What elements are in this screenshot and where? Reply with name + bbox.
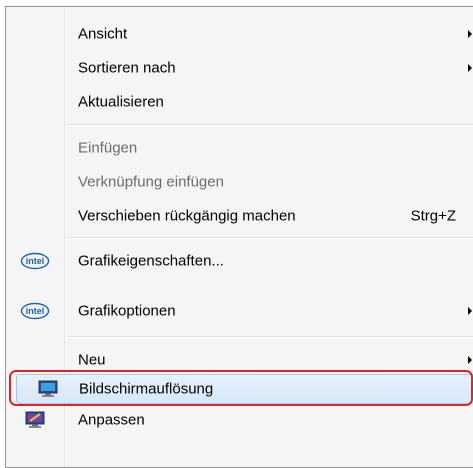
submenu-arrow-icon (468, 356, 472, 364)
monitor-icon (33, 379, 63, 399)
svg-text:intel: intel (26, 256, 45, 266)
menu-item-label: Grafikoptionen (78, 302, 176, 320)
submenu-arrow-icon (468, 307, 472, 315)
menu-item-label: Verknüpfung einfügen (78, 173, 224, 191)
menu-item-aktualisieren[interactable]: Aktualisieren (8, 86, 473, 118)
shortcut-label: Strg+Z (410, 207, 456, 225)
menu-item-label: Aktualisieren (78, 93, 164, 111)
svg-text:intel: intel (26, 306, 45, 316)
menu-item-label: Neu (78, 351, 106, 369)
menu-item-grafikeigenschaften[interactable]: intel Grafikeigenschaften... (8, 245, 473, 277)
menu-item-label: Grafikeigenschaften... (78, 252, 224, 270)
menu-item-label: Ansicht (78, 25, 128, 43)
menu-separator (67, 336, 473, 338)
menu-item-neu[interactable]: Neu (8, 344, 473, 376)
menu-item-label: Anpassen (78, 411, 145, 429)
menu-item-einfuegen: Einfügen (8, 132, 473, 164)
monitor-paint-icon (20, 410, 50, 430)
submenu-arrow-icon (468, 30, 472, 38)
menu-item-bildschirmaufloesung[interactable]: Bildschirmauflösung (16, 374, 473, 404)
menu-item-label: Bildschirmauflösung (79, 380, 214, 398)
menu-item-sortieren-nach[interactable]: Sortieren nach (8, 52, 473, 84)
submenu-arrow-icon (468, 64, 472, 72)
menu-item-verschieben-rueckgaengig[interactable]: Verschieben rückgängig machen Strg+Z (8, 200, 473, 232)
desktop-context-menu: Ansicht Sortieren nach Aktualisieren Ein… (5, 6, 473, 468)
menu-item-label: Verschieben rückgängig machen (78, 207, 296, 225)
menu-item-ansicht[interactable]: Ansicht (8, 18, 473, 50)
intel-icon: intel (20, 301, 50, 321)
menu-item-label: Einfügen (78, 139, 138, 157)
menu-separator (67, 124, 473, 126)
menu-item-anpassen[interactable]: Anpassen (8, 404, 473, 436)
menu-item-label: Sortieren nach (78, 59, 176, 77)
intel-icon: intel (20, 251, 50, 271)
menu-item-verknuepfung-einfuegen: Verknüpfung einfügen (8, 166, 473, 198)
menu-separator (67, 237, 473, 239)
menu-item-grafikoptionen[interactable]: intel Grafikoptionen (8, 295, 473, 327)
